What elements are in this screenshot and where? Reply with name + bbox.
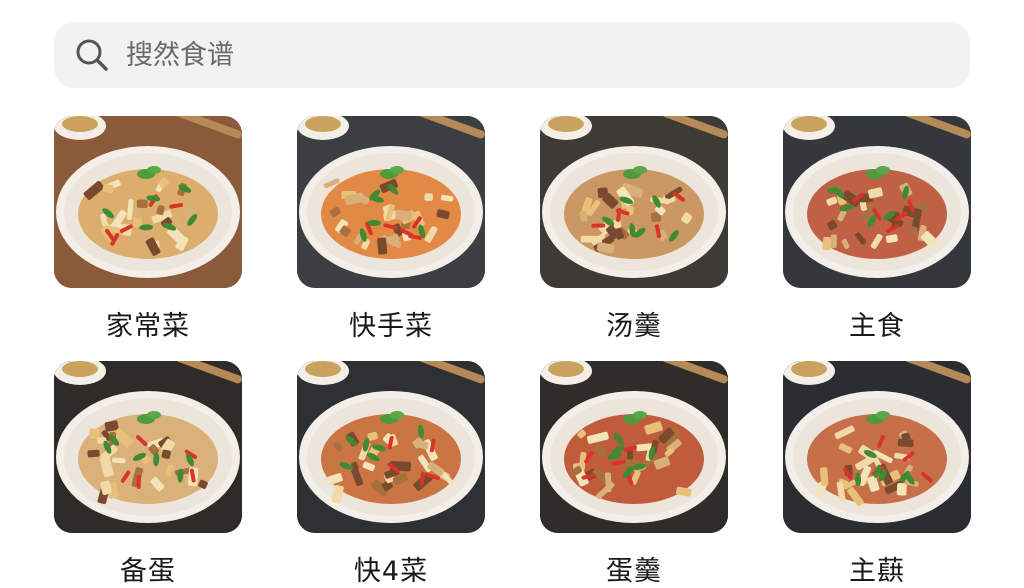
dish-illustration	[54, 361, 242, 533]
category-card[interactable]: 主食	[783, 116, 971, 343]
category-label: 主食	[849, 311, 905, 342]
dish-image[interactable]	[54, 361, 242, 533]
dish-image[interactable]	[540, 361, 728, 533]
dish-image[interactable]	[540, 116, 728, 288]
dish-image[interactable]	[297, 361, 485, 533]
category-card[interactable]: 快手菜	[297, 116, 485, 343]
category-label: 主蕻	[849, 556, 905, 587]
search-icon[interactable]	[74, 37, 110, 73]
category-card[interactable]: 主蕻	[783, 361, 971, 588]
category-label: 家常菜	[106, 311, 190, 342]
category-label: 蛋羹	[606, 556, 662, 587]
search-input[interactable]	[124, 38, 888, 72]
dish-image[interactable]	[54, 116, 242, 288]
dish-illustration	[297, 361, 485, 533]
category-card[interactable]: 蛋羹	[540, 361, 728, 588]
dish-image[interactable]	[783, 361, 971, 533]
category-card[interactable]: 家常菜	[54, 116, 242, 343]
dish-illustration	[783, 116, 971, 288]
category-label: 汤羹	[606, 311, 662, 342]
dish-illustration	[540, 116, 728, 288]
dish-illustration	[297, 116, 485, 288]
category-card[interactable]: 备蛋	[54, 361, 242, 588]
category-label: 快手菜	[349, 311, 433, 342]
dish-illustration	[783, 361, 971, 533]
category-card[interactable]: 汤羹	[540, 116, 728, 343]
dish-illustration	[54, 116, 242, 288]
dish-image[interactable]	[297, 116, 485, 288]
dish-illustration	[540, 361, 728, 533]
category-label: 备蛋	[120, 556, 176, 587]
search-bar[interactable]	[54, 22, 970, 88]
category-label: 快4菜	[353, 556, 429, 587]
category-card[interactable]: 快4菜	[297, 361, 485, 588]
dish-image[interactable]	[783, 116, 971, 288]
